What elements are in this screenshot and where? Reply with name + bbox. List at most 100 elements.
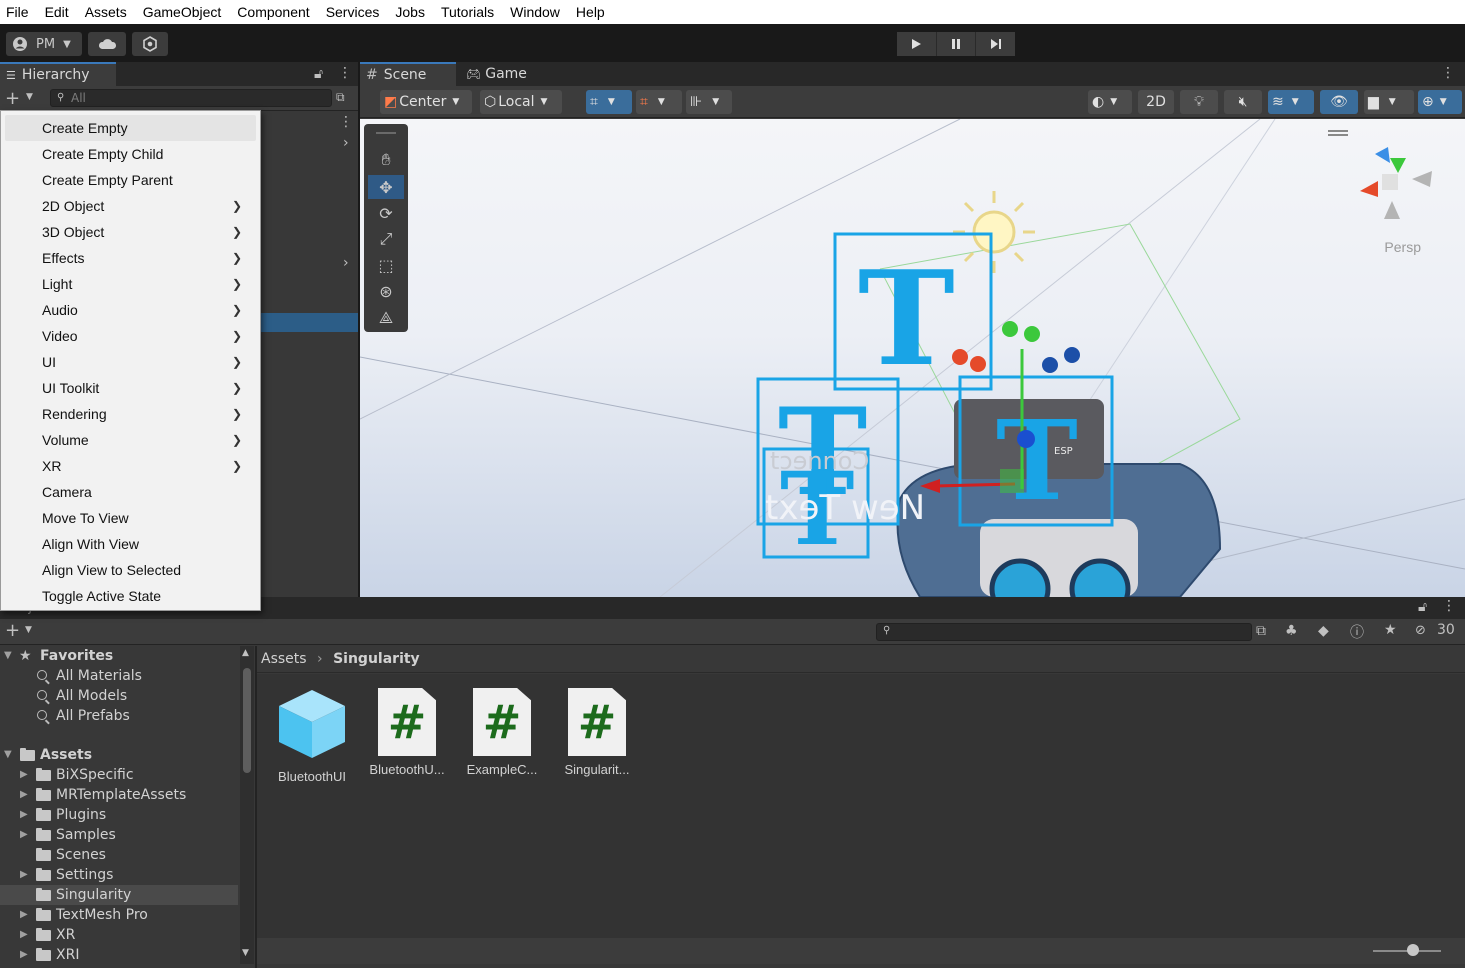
- projection-label[interactable]: Persp: [1384, 239, 1421, 255]
- custom-tool-button[interactable]: ⟁: [368, 306, 404, 330]
- breadcrumb-singularity[interactable]: Singularity: [333, 651, 420, 667]
- grid-visibility-button[interactable]: ⌗ ▼: [636, 90, 682, 114]
- menu-edit[interactable]: Edit: [37, 0, 77, 24]
- menu-item[interactable]: 2D Object ❯: [1, 193, 260, 219]
- space-local-dropdown[interactable]: ⬡ Local ▼: [480, 90, 562, 114]
- rect-tool-button[interactable]: ⬚: [368, 253, 404, 277]
- asset-item[interactable]: # Singularit...: [552, 688, 642, 777]
- play-button[interactable]: [897, 32, 937, 56]
- move-tool-button[interactable]: ✥: [368, 175, 404, 199]
- pivot-center-dropdown[interactable]: ◩ Center ▼: [380, 90, 472, 114]
- kebab-menu-icon[interactable]: ⋮: [339, 114, 353, 130]
- menu-item[interactable]: XR ❯: [1, 453, 260, 479]
- kebab-menu-icon[interactable]: ⋮: [338, 65, 352, 81]
- menu-item[interactable]: Audio ❯: [1, 297, 260, 323]
- chevron-right-icon[interactable]: ▶: [20, 765, 28, 785]
- menu-gameobject[interactable]: GameObject: [135, 0, 230, 24]
- project-search-input[interactable]: [876, 623, 1252, 641]
- folder-item[interactable]: ▶ TextMesh Pro: [0, 905, 238, 925]
- folder-item[interactable]: Singularity: [0, 885, 238, 905]
- menu-item[interactable]: Move To View: [1, 505, 260, 531]
- menu-item[interactable]: 3D Object ❯: [1, 219, 260, 245]
- chevron-right-icon[interactable]: ›: [343, 255, 349, 271]
- grid-snap-button[interactable]: ⌗ ▼: [586, 90, 632, 114]
- chevron-right-icon[interactable]: ▶: [20, 925, 28, 945]
- chevron-right-icon[interactable]: ›: [343, 135, 349, 151]
- menu-item[interactable]: UI ❯: [1, 349, 260, 375]
- chevron-up-icon[interactable]: ▲: [242, 648, 249, 658]
- menu-item[interactable]: Align View to Selected: [1, 557, 260, 583]
- hand-tool-button[interactable]: ✋︎: [368, 148, 404, 172]
- search-scope-icon[interactable]: ⧉: [336, 90, 345, 105]
- gizmos-dropdown[interactable]: ⊕ ▼: [1418, 90, 1462, 114]
- add-icon[interactable]: +: [5, 88, 20, 109]
- chevron-right-icon[interactable]: ▶: [20, 785, 28, 805]
- asset-item[interactable]: # BluetoothU...: [362, 688, 452, 777]
- lock-icon[interactable]: 🔓︎: [1418, 599, 1427, 615]
- chevron-right-icon[interactable]: ▶: [20, 945, 28, 965]
- menu-item[interactable]: Video ❯: [1, 323, 260, 349]
- label-tag-icon[interactable]: ◆: [1318, 623, 1329, 639]
- tab-scene[interactable]: # Scene: [360, 62, 456, 86]
- menu-item[interactable]: UI Toolkit ❯: [1, 375, 260, 401]
- audio-toggle-button[interactable]: 🔇︎: [1224, 90, 1262, 114]
- chevron-down-icon[interactable]: ▼: [4, 745, 12, 765]
- effects-dropdown[interactable]: ≋ ▼: [1268, 90, 1314, 114]
- chevron-right-icon[interactable]: ▶: [20, 805, 28, 825]
- scene-visibility-button[interactable]: 👁︎: [1320, 90, 1358, 114]
- chevron-down-icon[interactable]: ▼: [26, 92, 33, 102]
- increment-snap-button[interactable]: ⊪ ▼: [686, 90, 732, 114]
- hierarchy-search-input[interactable]: All: [50, 89, 332, 107]
- chevron-right-icon[interactable]: ▶: [20, 825, 28, 845]
- scale-tool-button[interactable]: ⤢: [368, 227, 404, 251]
- menu-help[interactable]: Help: [568, 0, 613, 24]
- chevron-right-icon[interactable]: ▶: [20, 905, 28, 925]
- menu-item[interactable]: Volume ❯: [1, 427, 260, 453]
- shading-mode-dropdown[interactable]: ◐ ▼: [1088, 90, 1132, 114]
- folder-item[interactable]: ▶ Settings: [0, 865, 238, 885]
- menu-item[interactable]: Rendering ❯: [1, 401, 260, 427]
- menu-item[interactable]: Align With View: [1, 531, 260, 557]
- selected-hierarchy-row[interactable]: [260, 313, 358, 332]
- chevron-right-icon[interactable]: ▶: [20, 865, 28, 885]
- scrollbar-thumb[interactable]: [243, 668, 251, 773]
- lighting-toggle-button[interactable]: 💡︎: [1180, 90, 1218, 114]
- favorites-header[interactable]: ▼ ★ Favorites: [0, 646, 238, 666]
- tab-hierarchy[interactable]: ☰ Hierarchy: [0, 62, 116, 86]
- warning-icon[interactable]: ⓘ: [1350, 622, 1364, 642]
- assets-header[interactable]: ▼ Assets: [0, 745, 238, 765]
- folder-item[interactable]: ▶ XR: [0, 925, 238, 945]
- breadcrumb-assets[interactable]: Assets: [261, 651, 307, 667]
- menu-assets[interactable]: Assets: [77, 0, 135, 24]
- cloud-button[interactable]: [88, 32, 126, 56]
- kebab-menu-icon[interactable]: ⋮: [1442, 598, 1456, 614]
- star-icon[interactable]: ★: [1384, 622, 1397, 638]
- menu-item[interactable]: Create Empty Child: [1, 141, 260, 167]
- chevron-down-icon[interactable]: ▼: [242, 948, 249, 958]
- menu-window[interactable]: Window: [502, 0, 568, 24]
- step-button[interactable]: [976, 32, 1016, 56]
- folder-item[interactable]: ▶ Samples: [0, 825, 238, 845]
- favorite-item[interactable]: All Materials: [0, 666, 238, 686]
- collab-button[interactable]: [132, 32, 168, 56]
- chevron-down-icon[interactable]: ▼: [25, 625, 32, 635]
- menu-component[interactable]: Component: [229, 0, 317, 24]
- scene-viewport[interactable]: ESP T T T T tɔɘnnoƆ txɘT wɘN ✋︎ ✥ ⟳ ⤢ ⬚ …: [360, 119, 1465, 597]
- pause-button[interactable]: [936, 32, 977, 56]
- menu-item[interactable]: Create Empty Parent: [1, 167, 260, 193]
- folder-item[interactable]: Scenes: [0, 845, 238, 865]
- lock-icon[interactable]: 🔓︎: [314, 66, 323, 82]
- favorite-item[interactable]: All Models: [0, 686, 238, 706]
- project-tree-scrollbar[interactable]: ▲ ▼: [240, 646, 254, 964]
- favorite-item[interactable]: All Prefabs: [0, 706, 238, 726]
- menu-item[interactable]: Toggle Active State: [1, 583, 260, 609]
- menu-item[interactable]: Create Empty: [5, 115, 256, 141]
- menu-jobs[interactable]: Jobs: [387, 0, 433, 24]
- hidden-packages-icon[interactable]: ⊘: [1415, 623, 1426, 638]
- menu-services[interactable]: Services: [318, 0, 388, 24]
- kebab-menu-icon[interactable]: ⋮: [1441, 65, 1455, 81]
- transform-tool-button[interactable]: ⊛: [368, 279, 404, 303]
- menu-item[interactable]: Light ❯: [1, 271, 260, 297]
- icon-size-slider-knob[interactable]: [1407, 944, 1419, 956]
- tab-game[interactable]: 🎮︎ Game: [460, 62, 542, 86]
